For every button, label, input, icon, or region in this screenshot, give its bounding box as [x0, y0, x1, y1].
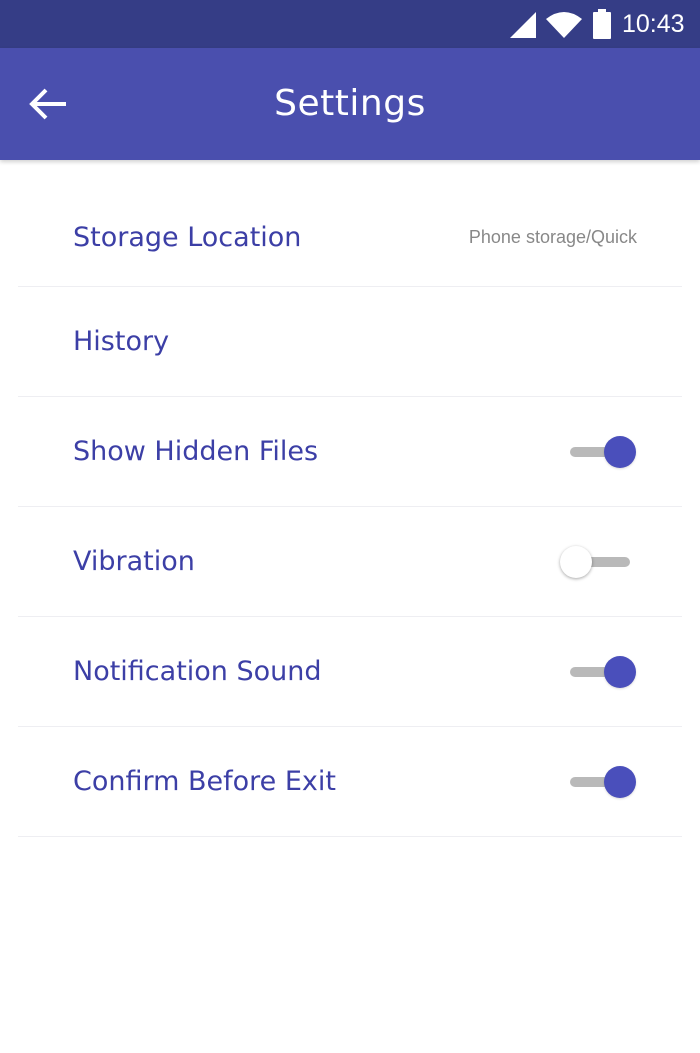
- battery-icon: [593, 9, 611, 39]
- show-hidden-files-toggle[interactable]: [564, 434, 636, 470]
- setting-label: Confirm Before Exit: [73, 766, 336, 797]
- signal-icon: [510, 12, 536, 38]
- toggle-thumb: [604, 655, 636, 688]
- setting-show-hidden-files[interactable]: Show Hidden Files: [18, 397, 682, 507]
- setting-label: Notification Sound: [73, 656, 322, 687]
- toggle-thumb: [604, 435, 636, 468]
- confirm-before-exit-toggle[interactable]: [564, 764, 636, 800]
- app-bar: Settings: [0, 48, 700, 160]
- toggle-thumb: [604, 765, 636, 798]
- setting-label: History: [73, 326, 170, 357]
- back-button[interactable]: [22, 78, 74, 130]
- setting-value: Phone storage/Quick: [468, 226, 637, 247]
- setting-confirm-before-exit[interactable]: Confirm Before Exit: [18, 727, 682, 837]
- status-bar: 10:43: [0, 0, 700, 48]
- setting-label: Vibration: [73, 546, 195, 577]
- setting-vibration[interactable]: Vibration: [18, 507, 682, 617]
- settings-list: Storage Location Phone storage/Quick His…: [0, 160, 700, 837]
- notification-sound-toggle[interactable]: [564, 654, 636, 690]
- setting-label: Storage Location: [73, 221, 302, 253]
- toggle-thumb: [560, 545, 592, 578]
- setting-notification-sound[interactable]: Notification Sound: [18, 617, 682, 727]
- page-title: Settings: [274, 83, 426, 124]
- setting-storage-location[interactable]: Storage Location Phone storage/Quick: [18, 160, 682, 287]
- setting-label: Show Hidden Files: [73, 436, 319, 467]
- setting-history[interactable]: History: [18, 287, 682, 397]
- back-arrow-icon: [29, 88, 66, 120]
- wifi-icon: [546, 12, 582, 38]
- settings-screen: 10:43 Settings Storage Location Phone st…: [0, 0, 700, 1053]
- vibration-toggle[interactable]: [560, 544, 636, 580]
- status-time: 10:43: [622, 10, 685, 38]
